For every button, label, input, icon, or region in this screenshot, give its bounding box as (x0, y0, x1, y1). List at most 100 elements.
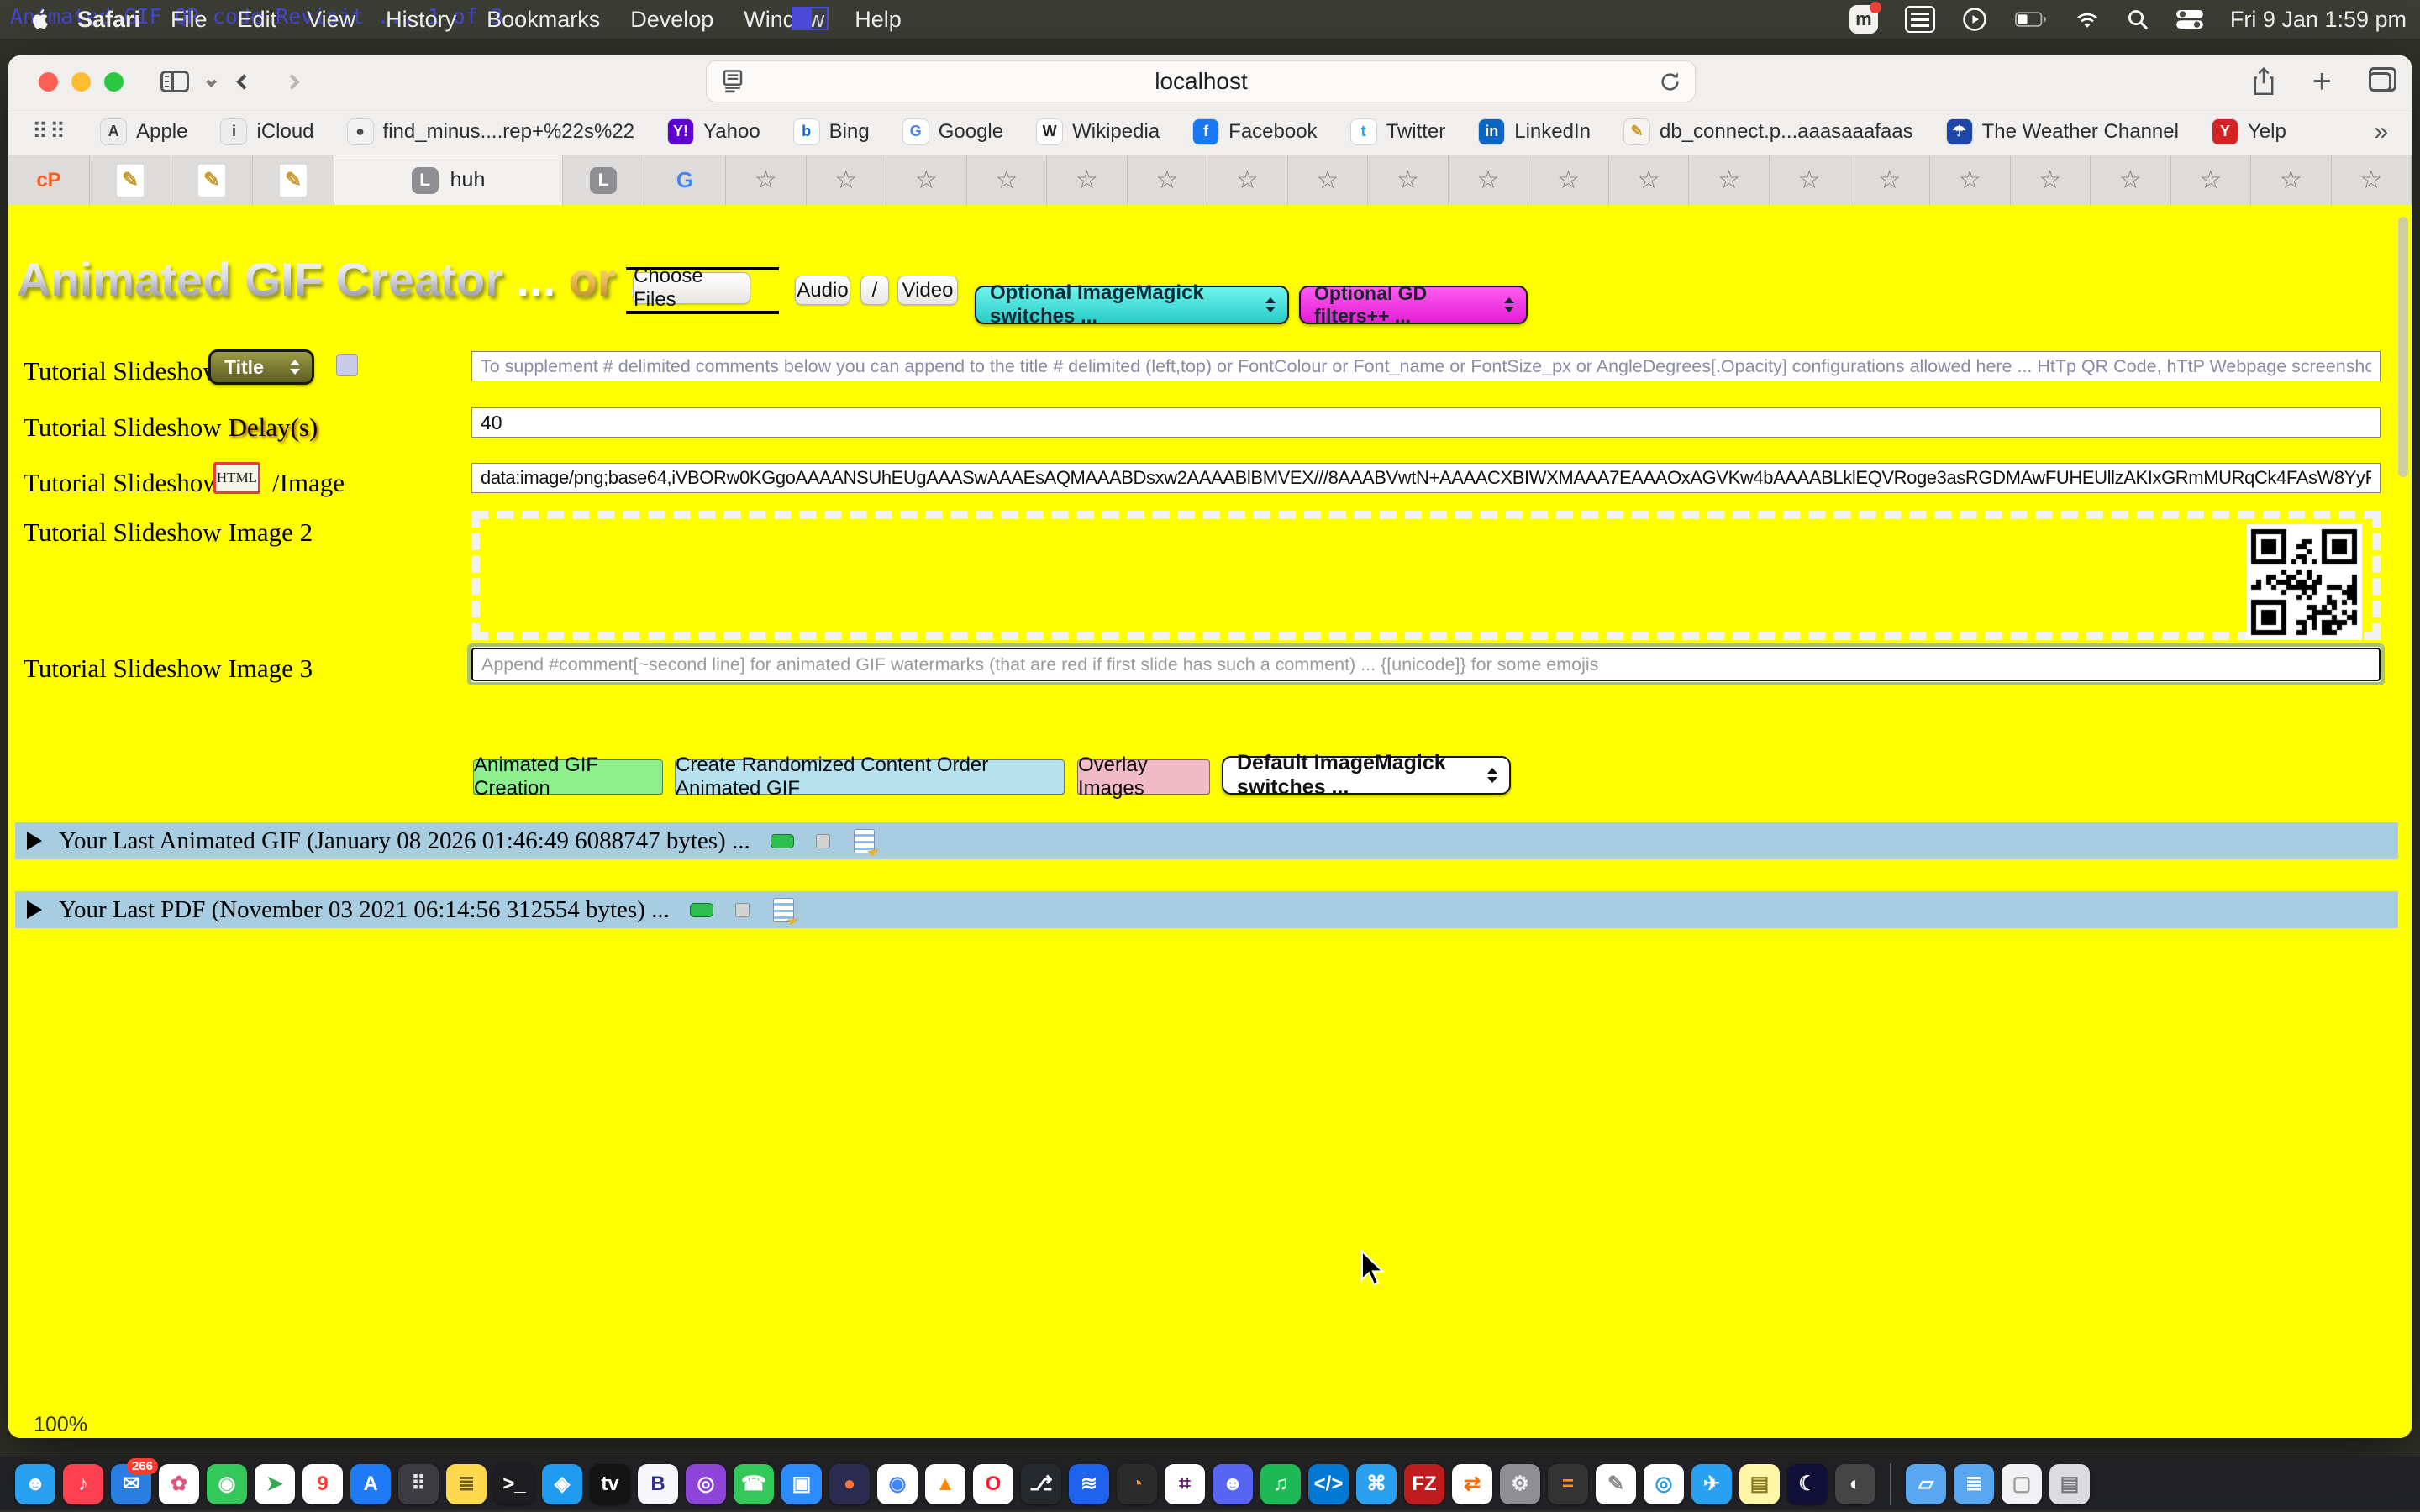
battery-icon[interactable] (2014, 12, 2048, 27)
tab-empty-star[interactable]: ☆ (1047, 155, 1128, 205)
dock-app-icon[interactable]: ☾ (1787, 1464, 1828, 1504)
sidebar-toggle-button[interactable] (160, 71, 189, 92)
apple-menu-icon[interactable] (30, 7, 52, 32)
page-format-icon[interactable] (722, 69, 744, 94)
pdf-thumbnail-icon[interactable] (690, 903, 713, 917)
favorites-item[interactable]: Y! Yahoo (668, 119, 760, 144)
dock-app-icon[interactable]: ▤ (2049, 1464, 2090, 1504)
dock-app-icon[interactable]: FZ (1404, 1464, 1444, 1504)
last-pdf-bar[interactable]: Your Last PDF (November 03 2021 06:14:56… (15, 891, 2398, 928)
menu-item-help[interactable]: Help (855, 7, 902, 33)
tab-empty-star[interactable]: ☆ (2251, 155, 2332, 205)
favorites-item[interactable]: A Apple (101, 119, 187, 144)
favorites-overflow-button[interactable]: » (2374, 118, 2388, 146)
dock-app-icon[interactable]: ⎇ (1021, 1464, 1061, 1504)
menu-item-file[interactable]: File (171, 7, 208, 33)
favorites-item[interactable]: t Twitter (1351, 119, 1446, 144)
dock-app-icon[interactable]: ◉ (207, 1464, 247, 1504)
image-2-dropzone[interactable] (471, 511, 2381, 640)
title-select[interactable]: Title (208, 349, 314, 385)
dock-app-icon[interactable]: ◐ (1835, 1464, 1876, 1504)
forward-button[interactable] (284, 74, 299, 89)
tab-empty-star[interactable]: ☆ (886, 155, 967, 205)
title-checkbox[interactable] (336, 354, 358, 376)
tab-empty-star[interactable]: ☆ (967, 155, 1048, 205)
image-data-url-input[interactable] (471, 463, 2381, 493)
tab-empty-star[interactable]: ☆ (1849, 155, 1930, 205)
dock-app-icon[interactable]: ☎ (734, 1464, 774, 1504)
imagemagick-switches-select[interactable]: Optional ImageMagick switches ... (975, 286, 1289, 324)
favorites-grid-icon[interactable]: ⠿⠿ (32, 118, 67, 144)
dock-app-icon[interactable]: ♪ (63, 1464, 103, 1504)
tab-empty-star[interactable]: ☆ (1689, 155, 1770, 205)
menu-item-safari[interactable]: Safari (77, 7, 140, 33)
dock-app-icon[interactable]: ▤ (1739, 1464, 1780, 1504)
dock-app-icon[interactable]: ● (829, 1464, 870, 1504)
dock-app-icon[interactable]: ⌗ (1165, 1464, 1205, 1504)
dock-app-icon[interactable]: 9 (302, 1464, 343, 1504)
address-bar[interactable]: localhost (706, 60, 1696, 102)
disclosure-triangle-icon[interactable] (27, 900, 42, 919)
dock-app-icon[interactable]: O (973, 1464, 1013, 1504)
gd-filters-select[interactable]: Optional GD filters++ ... (1299, 286, 1528, 324)
chevron-down-icon[interactable] (206, 76, 217, 87)
dock-app-icon[interactable]: >_ (494, 1464, 534, 1504)
video-button[interactable]: Video (897, 276, 958, 305)
slash-button[interactable]: / (860, 276, 889, 305)
tab-empty-star[interactable]: ☆ (2332, 155, 2412, 205)
tab-empty-star[interactable]: ☆ (807, 155, 887, 205)
dock-app-icon[interactable]: ≣ (446, 1464, 487, 1504)
dock-app-icon[interactable]: ✈ (1691, 1464, 1732, 1504)
tab-empty-star[interactable]: ☆ (1609, 155, 1690, 205)
tab-overview-button[interactable] (2369, 72, 2391, 92)
dock-app-icon[interactable]: ☻ (15, 1464, 55, 1504)
back-button[interactable] (236, 74, 251, 89)
clipboard-edit-icon[interactable] (773, 898, 794, 922)
new-tab-button[interactable]: + (2312, 65, 2332, 98)
dock-app-icon[interactable]: ✿ (159, 1464, 199, 1504)
pinned-tab[interactable]: ✎ (253, 155, 334, 205)
last-animated-gif-bar[interactable]: Your Last Animated GIF (January 08 2026 … (15, 822, 2398, 859)
spotlight-search-icon[interactable] (2127, 8, 2149, 31)
favorites-item[interactable]: i iCloud (221, 119, 313, 144)
dock-app-icon[interactable]: A (350, 1464, 391, 1504)
overlay-images-button[interactable]: Overlay Images (1077, 759, 1210, 795)
tab-empty-star[interactable]: ☆ (1930, 155, 2011, 205)
tab-empty-star[interactable]: ☆ (1128, 155, 1208, 205)
tab-active-huh[interactable]: L huh (334, 155, 563, 205)
menu-item-history[interactable]: History (386, 7, 456, 33)
menu-item-view[interactable]: View (307, 7, 355, 33)
dock-app-icon[interactable]: ⇄ (1452, 1464, 1492, 1504)
dock-app-icon[interactable]: B (638, 1464, 678, 1504)
dock-app-icon[interactable]: ✉266 (111, 1464, 151, 1504)
tab-empty-star[interactable]: ☆ (1368, 155, 1449, 205)
tab-empty-star[interactable]: ☆ (2171, 155, 2252, 205)
menu-item-bookmarks[interactable]: Bookmarks (487, 7, 600, 33)
choose-files-button[interactable]: Choose Files (633, 272, 750, 304)
input-source-icon[interactable] (1905, 6, 1935, 33)
dock-app-icon[interactable]: ◎ (1644, 1464, 1684, 1504)
tab-empty-star[interactable]: ☆ (1528, 155, 1609, 205)
dock-app-icon[interactable]: ▣ (781, 1464, 822, 1504)
randomized-order-button[interactable]: Create Randomized Content Order Animated… (675, 759, 1065, 795)
play-status-icon[interactable] (1962, 7, 1987, 32)
dock-app-icon[interactable]: ♫ (1260, 1464, 1301, 1504)
gif-thumbnail-icon[interactable] (771, 834, 794, 848)
dock-app-icon[interactable]: ◈ (542, 1464, 582, 1504)
pinned-tab[interactable]: ✎ (90, 155, 171, 205)
favorites-item[interactable]: W Wikipedia (1037, 119, 1160, 144)
tab-l[interactable]: L (563, 155, 644, 205)
dock-app-icon[interactable]: ⚙ (1500, 1464, 1540, 1504)
dock-app-icon[interactable]: ≋ (1069, 1464, 1109, 1504)
dock-app-icon[interactable]: ▱ (1906, 1464, 1946, 1504)
tab-empty-star[interactable]: ☆ (1288, 155, 1369, 205)
tab-empty-star[interactable]: ☆ (1770, 155, 1850, 205)
image-3-comment-input[interactable] (471, 648, 2381, 681)
dock-app-icon[interactable]: ⠿ (398, 1464, 439, 1504)
dock-app-icon[interactable]: ✎ (1596, 1464, 1636, 1504)
dock-app-icon[interactable]: ◔ (1117, 1464, 1157, 1504)
reload-button[interactable] (1659, 71, 1681, 93)
dock-app-icon[interactable]: ◉ (877, 1464, 918, 1504)
window-close-button[interactable] (39, 72, 58, 92)
animated-gif-creation-button[interactable]: Animated GIF Creation (473, 759, 663, 795)
